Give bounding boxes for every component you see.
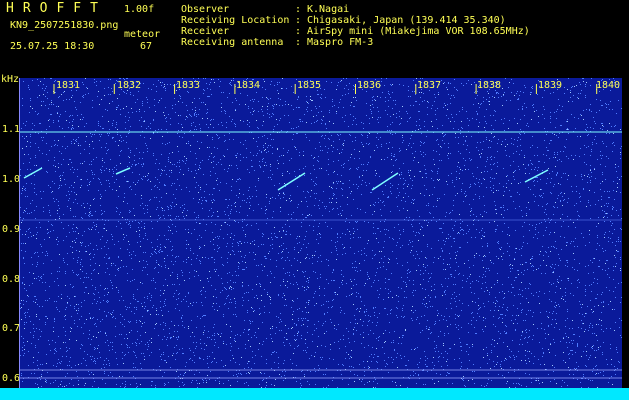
app-title: HROFFT	[6, 1, 107, 16]
x-label-1834: 1834	[236, 80, 261, 91]
datetime-label: 25.07.25 18:30	[10, 41, 95, 52]
filename-label: KN9_2507251830.png	[10, 20, 119, 31]
meteor-label: meteor	[124, 29, 161, 40]
x-label-1839: 1839	[538, 80, 563, 91]
y-label-1.1: 1.1	[2, 124, 21, 135]
x-label-1832: 1832	[117, 80, 142, 91]
version-label: 1.00f	[124, 4, 155, 15]
header-left: HROFFT 1.00f KN9_2507251830.png meteor 2…	[0, 0, 170, 72]
x-label-1838: 1838	[477, 80, 502, 91]
x-label-1836: 1836	[357, 80, 382, 91]
y-label-0.7: 0.7	[2, 323, 21, 334]
noise-texture	[20, 78, 622, 388]
meteor-count: 67	[140, 41, 153, 52]
x-label-1831: 1831	[56, 80, 81, 91]
x-label-1837: 1837	[417, 80, 442, 91]
info-row-antenna: Receiving antenna: Maspro FM-3	[181, 37, 374, 48]
signal-level-strip	[0, 388, 629, 400]
y-label-0.9: 0.9	[2, 224, 21, 235]
info-row-location: Receiving Location: Chigasaki, Japan (139…	[181, 15, 506, 26]
spectrogram-canvas	[20, 78, 622, 388]
info-row-observer: Observer: K.Nagai	[181, 4, 350, 15]
station-info: Observer: K.Nagai Receiving Location: Chig…	[181, 4, 530, 48]
x-label-1833: 1833	[176, 80, 201, 91]
y-label-1.0: 1.0	[2, 174, 21, 185]
meteor-echo	[115, 167, 131, 175]
meteor-echo	[524, 169, 549, 183]
x-label-1835: 1835	[297, 80, 322, 91]
y-label-0.8: 0.8	[2, 274, 21, 285]
spectrogram-plot	[20, 78, 622, 388]
info-row-receiver: Receiver: AirSpy mini (Miakejima VOR 108.…	[181, 26, 530, 37]
noise-texture-bright	[21, 78, 621, 388]
y-axis-unit: kHz	[1, 74, 20, 85]
x-label-1840: 1840	[596, 80, 621, 91]
meteor-echo	[23, 167, 43, 179]
y-label-0.6: 0.6	[2, 373, 21, 384]
